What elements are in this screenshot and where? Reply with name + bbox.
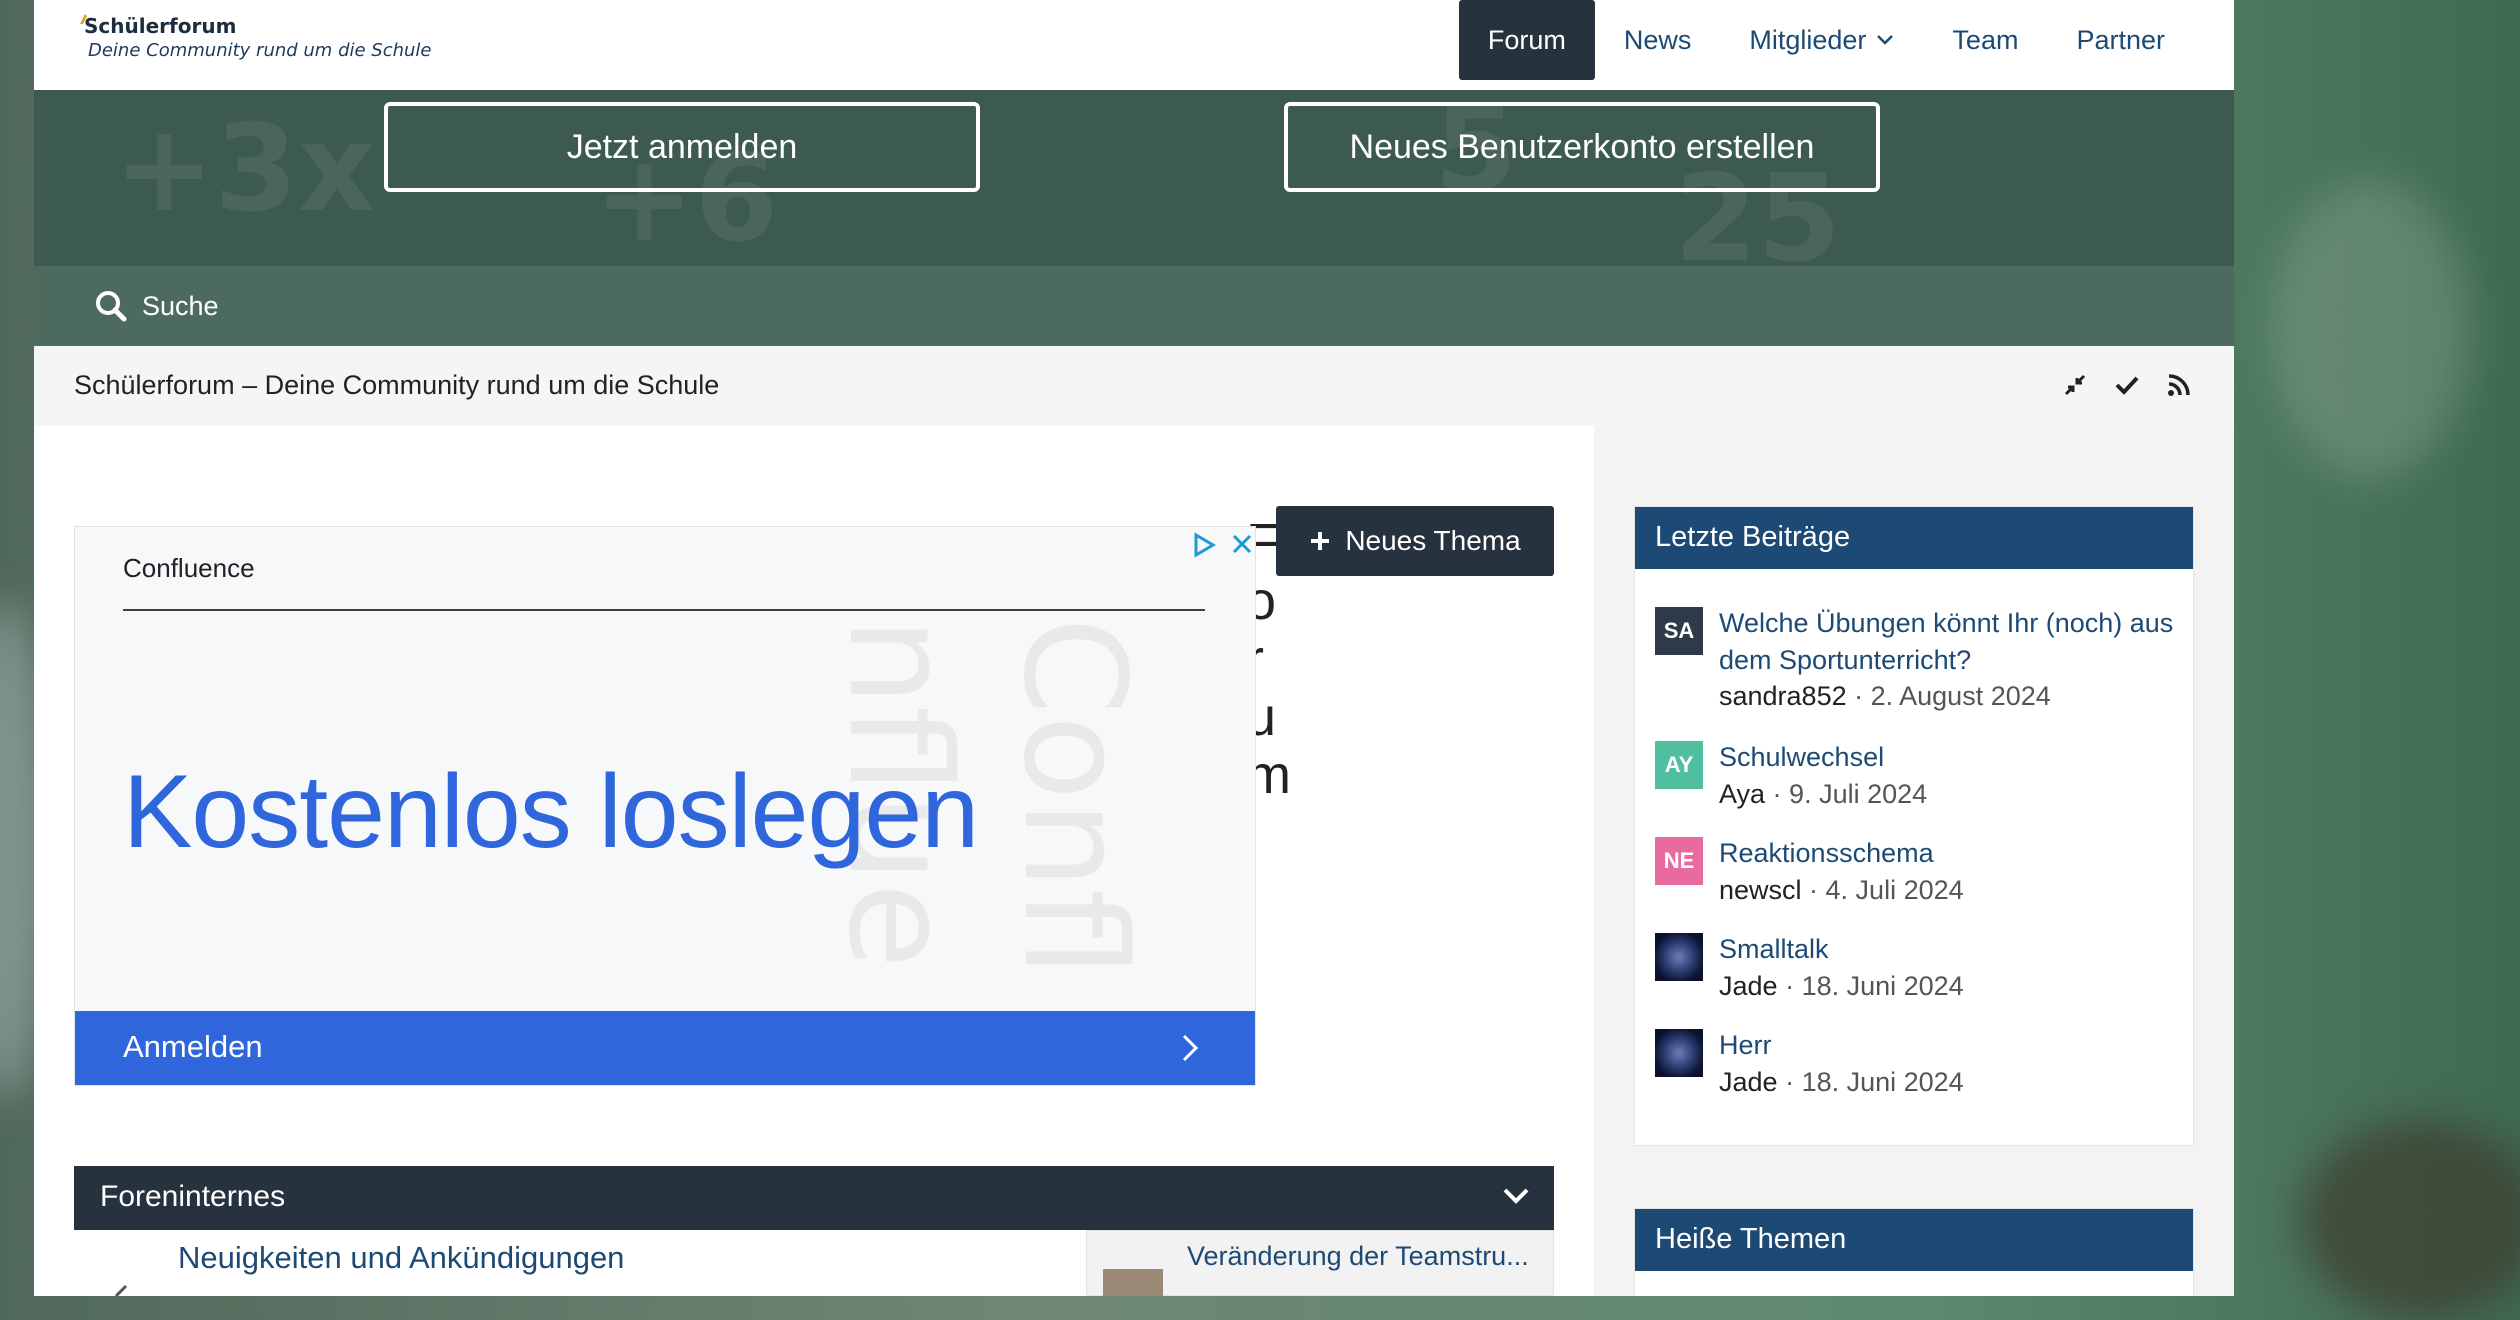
checkmark-icon[interactable] xyxy=(2114,372,2140,398)
nav-item-partner[interactable]: Partner xyxy=(2047,0,2194,80)
post-meta: Jade · 18. Juni 2024 xyxy=(1719,971,1964,1001)
category-header[interactable]: Foreninternes xyxy=(74,1166,1554,1230)
sidebar: Letzte Beiträge SA Welche Übungen könnt … xyxy=(1634,426,2234,1296)
ad-brand: Confluence xyxy=(123,553,255,583)
main-nav: Forum News Mitglieder Team Partner xyxy=(1458,0,2194,80)
search-icon xyxy=(96,291,127,322)
post-user[interactable]: Jade xyxy=(1719,971,1778,1001)
breadcrumb-actions xyxy=(2062,372,2192,398)
nav-item-forum[interactable]: Forum xyxy=(1458,0,1595,80)
post-meta: Jade · 18. Juni 2024 xyxy=(1719,1067,1964,1097)
post-date[interactable]: 18. Juni 2024 xyxy=(1802,971,1964,1001)
site-subtitle: Deine Community rund um die Schule xyxy=(88,40,432,61)
last-post-preview[interactable]: Veränderung der Teamstru... xyxy=(1086,1230,1554,1296)
post-title[interactable]: Welche Übungen könnt Ihr (noch) aus dem … xyxy=(1719,605,2179,679)
post-user[interactable]: newscl xyxy=(1719,875,1802,905)
post-date[interactable]: 18. Juni 2024 xyxy=(1802,1067,1964,1097)
nav-item-label: Partner xyxy=(2076,24,2165,55)
login-button[interactable]: Jetzt anmelden xyxy=(384,102,980,192)
breadcrumb[interactable]: Schülerforum – Deine Community rund um d… xyxy=(74,370,719,401)
top-bar: Schülerforum Deine Community rund um die… xyxy=(34,0,2234,90)
forum-row: Neuigkeiten und Ankündigungen Veränderun… xyxy=(74,1230,1554,1296)
hero-banner: +3x +6 5 25 Jetzt anmelden Neues Benutze… xyxy=(34,90,2234,266)
ad-background-text: Confl xyxy=(992,617,1155,978)
site-logo[interactable]: Schülerforum Deine Community rund um die… xyxy=(80,14,432,61)
post-title[interactable]: Schulwechsel xyxy=(1719,739,2179,776)
post-date[interactable]: 9. Juli 2024 xyxy=(1789,779,1927,809)
post-title[interactable]: Smalltalk xyxy=(1719,931,2179,968)
post-meta: newscl · 4. Juli 2024 xyxy=(1719,875,1964,905)
ad-divider xyxy=(123,609,1205,611)
ad-cta-button[interactable]: Anmelden xyxy=(75,1011,1255,1085)
last-post-title[interactable]: Veränderung der Teamstru... xyxy=(1187,1241,1529,1272)
last-post-thumbnail xyxy=(1103,1269,1163,1296)
search-link[interactable]: Suche xyxy=(94,266,219,346)
nav-item-label: Team xyxy=(1952,24,2019,55)
post-user[interactable]: sandra852 xyxy=(1719,681,1847,711)
forum-status-icon xyxy=(114,1284,128,1296)
nav-item-label: News xyxy=(1623,24,1692,55)
chevron-down-icon xyxy=(1877,35,1894,45)
chevron-right-icon xyxy=(1182,1034,1199,1062)
breadcrumb-bar: Schülerforum – Deine Community rund um d… xyxy=(34,346,2234,426)
nav-item-team[interactable]: Team xyxy=(1923,0,2047,80)
post-title[interactable]: Reaktionsschema xyxy=(1719,835,2179,872)
avatar[interactable]: NE xyxy=(1655,837,1703,885)
hot-topics-title: Heiße Themen xyxy=(1635,1209,2193,1271)
advertisement[interactable]: Confl nflue Confluence Kostenlos loslege… xyxy=(74,526,1256,1086)
avatar[interactable]: SA xyxy=(1655,607,1703,655)
post-meta: Aya · 9. Juli 2024 xyxy=(1719,779,1928,809)
post-date[interactable]: 4. Juli 2024 xyxy=(1826,875,1964,905)
nav-item-mitglieder[interactable]: Mitglieder xyxy=(1720,0,1923,80)
post-user[interactable]: Aya xyxy=(1719,779,1765,809)
close-icon[interactable] xyxy=(1230,532,1254,556)
collapse-icon[interactable] xyxy=(2062,372,2088,398)
register-button[interactable]: Neues Benutzerkonto erstellen xyxy=(1284,102,1880,192)
page-container: Schülerforum Deine Community rund um die… xyxy=(34,0,2234,1296)
nav-item-news[interactable]: News xyxy=(1595,0,1721,80)
rss-icon[interactable] xyxy=(2166,372,2192,398)
logo-mark-icon xyxy=(80,14,87,24)
nav-item-label: Mitglieder xyxy=(1749,24,1867,55)
site-title: Schülerforum xyxy=(84,14,237,38)
avatar[interactable]: AY xyxy=(1655,741,1703,789)
ad-controls xyxy=(1192,532,1254,558)
new-topic-label: Neues Thema xyxy=(1345,525,1521,556)
hot-topics-block: Heiße Themen xyxy=(1634,1208,2194,1296)
avatar[interactable] xyxy=(1655,933,1703,981)
post-title[interactable]: Herr xyxy=(1719,1027,2179,1064)
avatar[interactable] xyxy=(1655,1029,1703,1077)
new-topic-button[interactable]: Neues Thema xyxy=(1276,506,1554,576)
nav-item-label: Forum xyxy=(1487,24,1566,55)
latest-posts-block: Letzte Beiträge SA Welche Übungen könnt … xyxy=(1634,506,2194,1146)
chevron-down-icon[interactable] xyxy=(1502,1186,1530,1206)
search-bar: Suche xyxy=(34,266,2234,346)
forum-title[interactable]: Neuigkeiten und Ankündigungen xyxy=(178,1240,624,1276)
post-meta: sandra852 · 2. August 2024 xyxy=(1719,681,2051,711)
ad-cta-label: Anmelden xyxy=(123,1029,263,1064)
post-user[interactable]: Jade xyxy=(1719,1067,1778,1097)
category-title: Foreninternes xyxy=(100,1180,286,1213)
chalkboard-decoration: +3x xyxy=(114,100,376,239)
search-label: Suche xyxy=(142,290,219,321)
main-content: F o r u m Confl nflue Confluence Kostenl… xyxy=(34,426,1594,1296)
post-date[interactable]: 2. August 2024 xyxy=(1871,681,2051,711)
adchoices-icon[interactable] xyxy=(1192,532,1216,558)
latest-posts-title: Letzte Beiträge xyxy=(1635,507,2193,569)
plus-icon xyxy=(1311,532,1330,550)
ad-headline[interactable]: Kostenlos loslegen xyxy=(123,753,979,872)
